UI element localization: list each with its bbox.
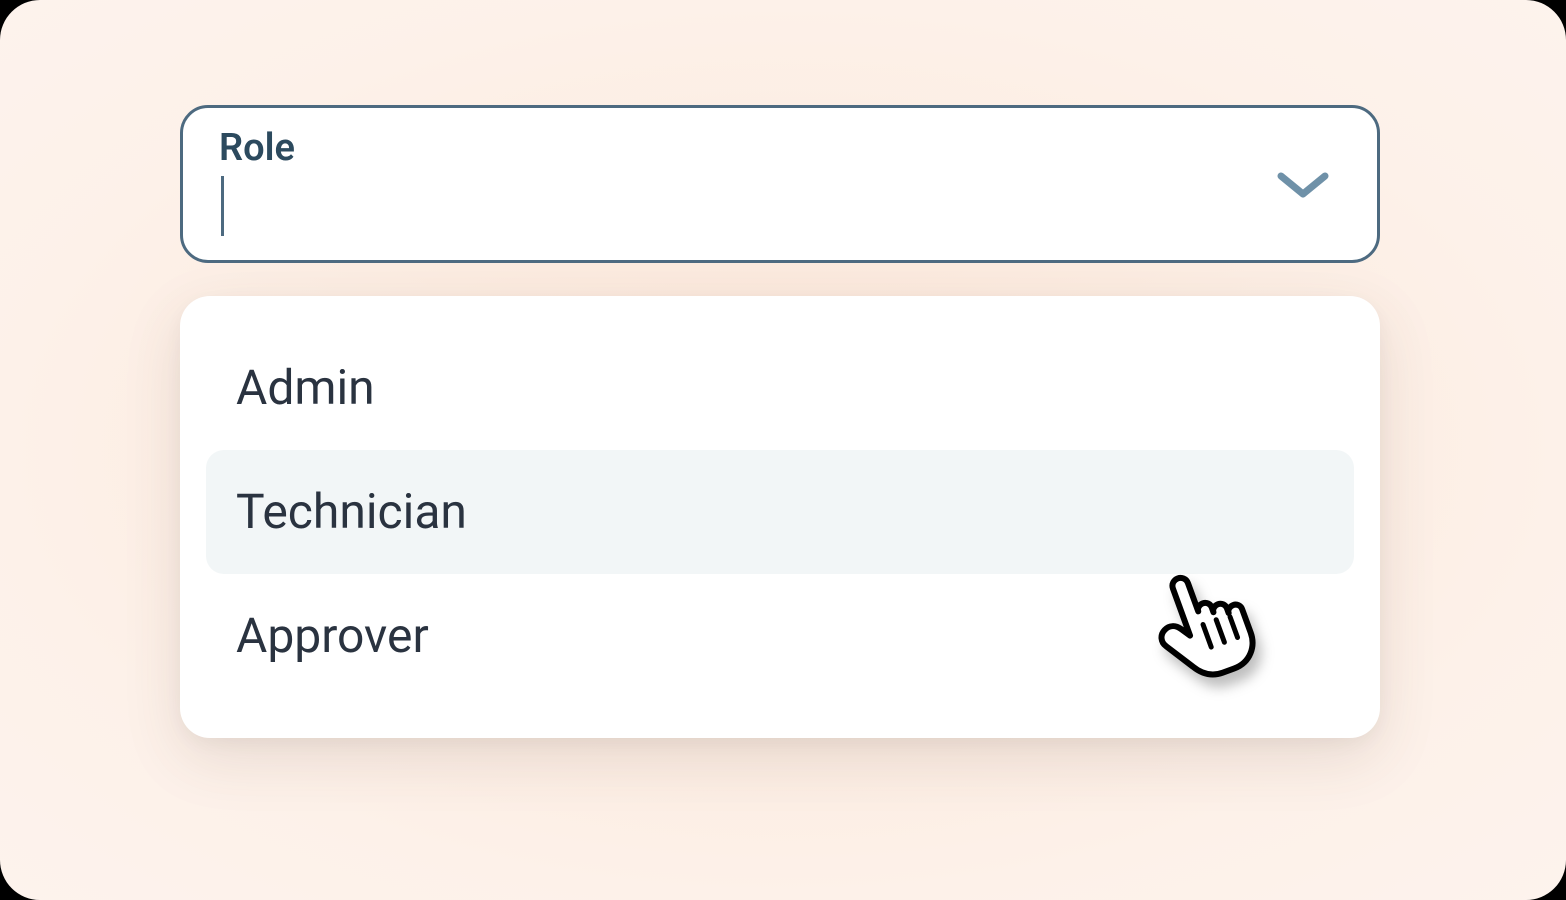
role-dropdown-label: Role	[219, 126, 295, 170]
role-option-approver[interactable]: Approver	[206, 574, 1354, 698]
app-frame: Role Admin Technician Approver	[0, 0, 1566, 900]
text-caret	[221, 176, 224, 236]
chevron-down-icon[interactable]	[1275, 166, 1331, 202]
role-dropdown-menu: Admin Technician Approver	[180, 296, 1380, 738]
role-option-technician[interactable]: Technician	[206, 450, 1354, 574]
role-dropdown[interactable]: Role	[180, 105, 1380, 263]
role-option-admin[interactable]: Admin	[206, 326, 1354, 450]
role-dropdown-field[interactable]: Role	[180, 105, 1380, 263]
